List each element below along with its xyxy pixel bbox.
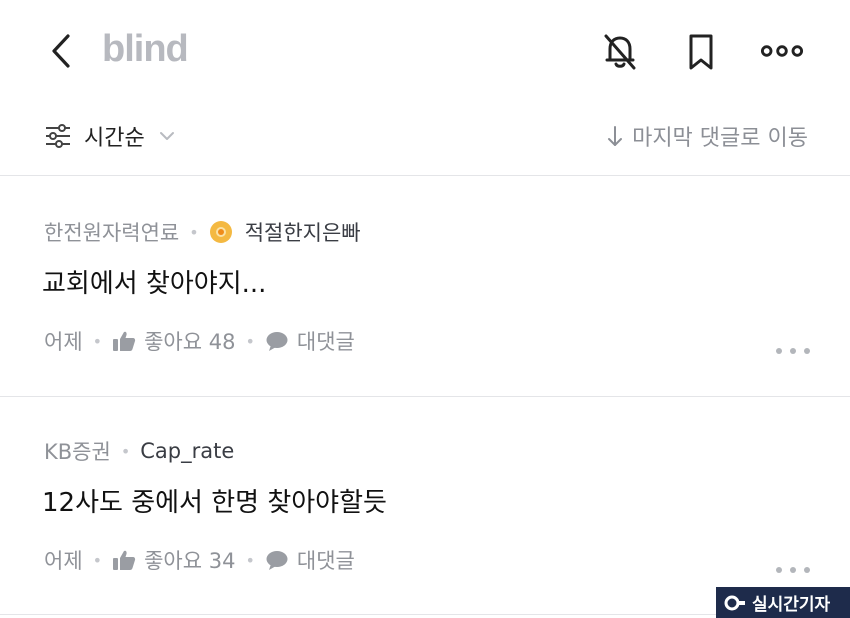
notification-toggle-button[interactable] [598, 28, 642, 74]
comment-meta: 한전원자력연료 • 적절한지은빠 [44, 217, 361, 247]
company-name: 한전원자력연료 [44, 221, 180, 245]
sliders-icon [46, 124, 70, 148]
bookmark-icon [689, 34, 713, 70]
like-label: 좋아요 48 [144, 330, 236, 354]
reply-label: 대댓글 [296, 549, 355, 573]
reply-button[interactable]: 대댓글 [265, 545, 355, 575]
thumbs-up-icon [113, 550, 136, 570]
comment-more-button[interactable] [776, 564, 810, 576]
speech-bubble-icon [266, 551, 288, 570]
dot-icon [790, 348, 796, 354]
watermark-text: 실시간기자 [752, 595, 831, 615]
comment-body: 12사도 중에서 한명 찾아야할듯 [42, 488, 387, 518]
like-button[interactable]: 좋아요 34 [112, 545, 235, 575]
arrow-down-icon [608, 126, 623, 146]
reply-button[interactable]: 대댓글 [265, 326, 355, 356]
jump-label: 마지막 댓글로 이동 [632, 126, 808, 151]
comment-time: 어제 [44, 330, 83, 354]
divider [0, 175, 850, 176]
separator-dot: • [92, 331, 103, 351]
sort-dropdown[interactable]: 시간순 [44, 118, 175, 154]
comment-item: 한전원자력연료 • 적절한지은빠 교회에서 찾아야지... 어제 • 좋아요 4… [0, 177, 850, 395]
author-nickname[interactable]: 적절한지은빠 [245, 217, 361, 247]
dot-icon [790, 567, 796, 573]
separator-dot: • [92, 550, 103, 570]
more-horizontal-icon [760, 45, 804, 57]
watermark: 실시간기자 [716, 587, 850, 618]
dot-icon [776, 567, 782, 573]
author-nickname[interactable]: Cap_rate [140, 439, 234, 463]
like-label: 좋아요 34 [144, 549, 236, 573]
more-options-button[interactable] [760, 28, 804, 74]
comment-actions: 어제 • 좋아요 48 • 대댓글 [44, 326, 355, 356]
comment-more-button[interactable] [776, 345, 810, 357]
back-button[interactable] [44, 30, 80, 72]
watermark-logo-icon [724, 595, 745, 610]
chevron-down-icon [159, 132, 174, 140]
thumbs-up-icon [113, 331, 136, 351]
app-logo: blind [102, 28, 189, 70]
reply-label: 대댓글 [296, 330, 355, 354]
speech-bubble-icon [266, 332, 288, 351]
back-arrow-icon [52, 34, 70, 68]
bell-off-icon [604, 34, 636, 70]
company-name: KB증권 [44, 440, 111, 464]
dot-icon [804, 567, 810, 573]
comment-body: 교회에서 찾아야지... [42, 269, 267, 299]
separator-dot: • [245, 331, 255, 351]
bookmark-button[interactable] [679, 28, 723, 74]
like-button[interactable]: 좋아요 48 [112, 326, 235, 356]
jump-to-last-comment-button[interactable]: 마지막 댓글로 이동 [606, 118, 808, 154]
comment-actions: 어제 • 좋아요 34 • 대댓글 [44, 545, 355, 575]
dot-icon [776, 348, 782, 354]
comment-item: KB증권 • Cap_rate 12사도 중에서 한명 찾아야할듯 어제 • 좋… [0, 396, 850, 614]
comment-time: 어제 [44, 549, 83, 573]
top-bar: blind [0, 0, 850, 100]
sort-bar: 시간순 마지막 댓글로 이동 [0, 110, 850, 162]
comment-meta: KB증권 • Cap_rate [44, 436, 234, 466]
sun-badge-icon [209, 221, 232, 243]
separator-dot: • [245, 550, 255, 570]
dot-icon [804, 348, 810, 354]
separator-dot: • [189, 222, 199, 242]
separator-dot: • [120, 441, 131, 461]
sort-label: 시간순 [84, 126, 145, 151]
